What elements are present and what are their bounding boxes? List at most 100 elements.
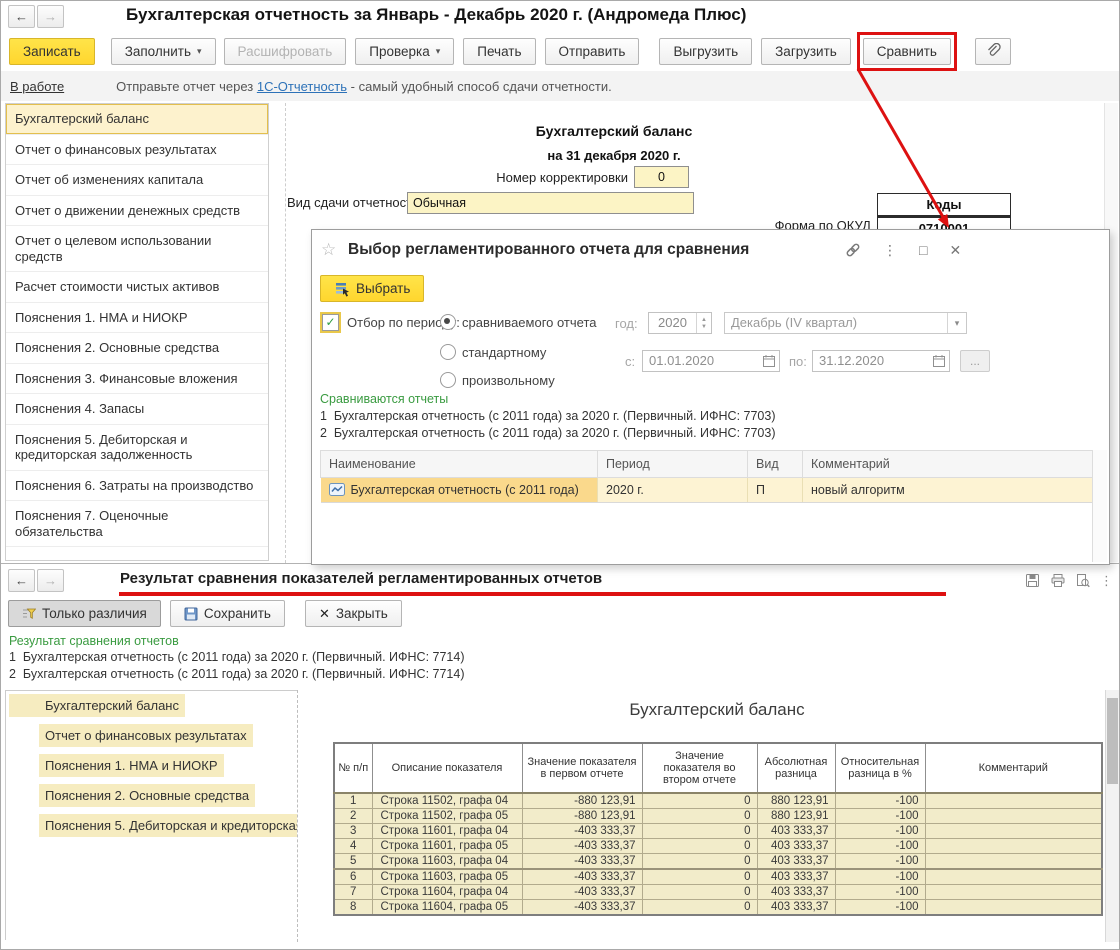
submission-kind-field[interactable]: Обычная [407,192,694,214]
vertical-scrollbar[interactable] [1092,450,1107,562]
fill-button[interactable]: Заполнить ▾ [111,38,216,65]
sidebar-item[interactable]: Расчет стоимости чистых активов [6,272,268,303]
sidebar-item[interactable]: Пояснения 1. НМА и НИОКР [6,303,268,334]
section-label: Бухгалтерский баланс [9,694,185,717]
report-table-row[interactable]: Бухгалтерская отчетность (с 2011 года) 2… [321,478,1093,503]
sidebar-item[interactable]: Отчет об изменениях капитала [6,165,268,196]
to-label: по: [789,354,807,369]
export-button[interactable]: Выгрузить [659,38,752,65]
diff-table-cell: 0 [642,809,757,824]
save-icon[interactable] [1025,573,1040,588]
diff-table-row[interactable]: 2Строка 11502, графа 05-880 123,910880 1… [334,809,1102,824]
result-section-item[interactable]: Отчет о финансовых результатах [6,724,297,754]
radio-standard-period[interactable] [440,344,456,360]
sidebar-item[interactable]: Пояснения 3. Финансовые вложения [6,364,268,395]
preview-icon[interactable] [1075,573,1090,588]
status-state-link[interactable]: В работе [10,79,64,94]
diff-table-cell: -100 [835,869,925,885]
diff-table-cell: 880 123,91 [757,809,835,824]
date-to-field[interactable]: 31.12.2020 [812,350,950,372]
diff-table-row[interactable]: 5Строка 11603, графа 04-403 333,370403 3… [334,854,1102,870]
period-select[interactable]: Декабрь (IV квартал) ▾ [724,312,967,334]
diff-table-cell [925,839,1102,854]
vertical-scrollbar[interactable] [1105,690,1119,942]
result-toolbar: Только различия Сохранить ✕ Закрыть [8,600,402,627]
diff-table-row[interactable]: 4Строка 11601, графа 05-403 333,370403 3… [334,839,1102,854]
panel-splitter[interactable] [297,690,298,942]
maximize-icon[interactable]: □ [919,242,927,258]
print-icon[interactable] [1050,573,1065,588]
close-icon[interactable]: ✕ [949,242,961,258]
radio-compared-report[interactable] [440,314,456,330]
sidebar-item[interactable]: Отчет о финансовых результатах [6,135,268,166]
diff-table-cell: 4 [334,839,372,854]
column-header-comment[interactable]: Комментарий [803,451,1093,478]
year-stepper[interactable]: 2020 ▲▼ [648,312,712,334]
save-result-button[interactable]: Сохранить [170,600,285,627]
diff-table-row[interactable]: 6Строка 11603, графа 05-403 333,370403 3… [334,869,1102,885]
select-button[interactable]: Выбрать [320,275,424,302]
form-subtitle: на 31 декабря 2020 г. [301,148,927,163]
app-window: ← → Бухгалтерская отчетность за Январь -… [0,0,1120,950]
menu-dots-icon[interactable]: ⋮ [883,242,897,258]
diff-table-cell [925,854,1102,870]
calendar-icon[interactable] [762,354,776,368]
favorite-star-icon[interactable]: ☆ [321,240,336,260]
sidebar-item[interactable]: Отчет о движении денежных средств [6,196,268,227]
spinner-arrows[interactable]: ▲▼ [696,313,711,333]
reporting-service-link[interactable]: 1С-Отчетность [257,79,347,94]
close-result-button[interactable]: ✕ Закрыть [305,600,402,627]
sidebar-item[interactable]: Пояснения 4. Запасы [6,394,268,425]
calendar-icon[interactable] [932,354,946,368]
diff-table-row[interactable]: 7Строка 11604, графа 04-403 333,370403 3… [334,885,1102,900]
check-button[interactable]: Проверка ▾ [355,38,454,65]
date-from-field[interactable]: 01.01.2020 [642,350,780,372]
scrollbar-thumb[interactable] [1107,698,1118,784]
caret-down-icon[interactable]: ▾ [947,313,966,333]
diff-table-cell: Строка 11502, графа 04 [372,793,522,809]
diff-table-row[interactable]: 3Строка 11601, графа 04-403 333,370403 3… [334,824,1102,839]
correction-number-field[interactable]: 0 [634,166,689,188]
print-button[interactable]: Печать [463,38,535,65]
more-options-button[interactable]: ... [960,350,990,372]
sidebar-item[interactable]: Пояснения 2. Основные средства [6,333,268,364]
radio-custom-period[interactable] [440,372,456,388]
report-icon [329,483,345,496]
result-section-item[interactable]: Пояснения 2. Основные средства [6,784,297,814]
attachments-button[interactable] [975,38,1011,65]
menu-dots-icon[interactable]: ⋮ [1100,573,1113,588]
forward-button[interactable]: → [37,5,64,28]
diff-table-cell: 403 333,37 [757,854,835,870]
sidebar-item[interactable]: Пояснения 5. Дебиторская и кредиторская … [6,425,268,471]
sidebar-item[interactable]: Пояснения 6. Затраты на производство [6,471,268,502]
report-period: 2020 г. [598,478,748,503]
column-header-kind[interactable]: Вид [748,451,803,478]
nav-buttons: ← → [8,5,64,28]
diff-table-row[interactable]: 8Строка 11604, графа 05-403 333,370403 3… [334,900,1102,916]
caret-down-icon: ▾ [436,46,441,57]
import-button[interactable]: Загрузить [761,38,851,65]
result-section-item[interactable]: Пояснения 1. НМА и НИОКР [6,754,297,784]
save-record-button[interactable]: Записать [9,38,95,65]
diff-column-header: Значение показателя во втором отчете [642,743,757,793]
section-label: Пояснения 1. НМА и НИОКР [39,754,224,777]
back-button[interactable]: ← [8,569,35,592]
result-section-item[interactable]: Пояснения 5. Дебиторская и кредиторская … [6,814,297,844]
panel-splitter[interactable] [285,103,286,563]
codes-header: Коды [877,193,1011,216]
send-button[interactable]: Отправить [545,38,640,65]
compare-button[interactable]: Сравнить [863,38,951,65]
back-button[interactable]: ← [8,5,35,28]
forward-button[interactable]: → [37,569,64,592]
column-header-name[interactable]: Наименование [321,451,598,478]
result-section-item[interactable]: Бухгалтерский баланс [6,694,297,724]
diff-only-button[interactable]: Только различия [8,600,161,627]
period-filter-checkbox[interactable]: ✓ [322,314,339,331]
column-header-period[interactable]: Период [598,451,748,478]
sidebar-item[interactable]: Пояснения 7. Оценочные обязательства [6,501,268,547]
decrypt-button[interactable]: Расшифровать [224,38,347,65]
link-icon[interactable] [845,242,861,258]
sidebar-item[interactable]: Бухгалтерский баланс [6,104,268,135]
sidebar-item[interactable]: Отчет о целевом использовании средств [6,226,268,272]
diff-table-row[interactable]: 1Строка 11502, графа 04-880 123,910880 1… [334,793,1102,809]
